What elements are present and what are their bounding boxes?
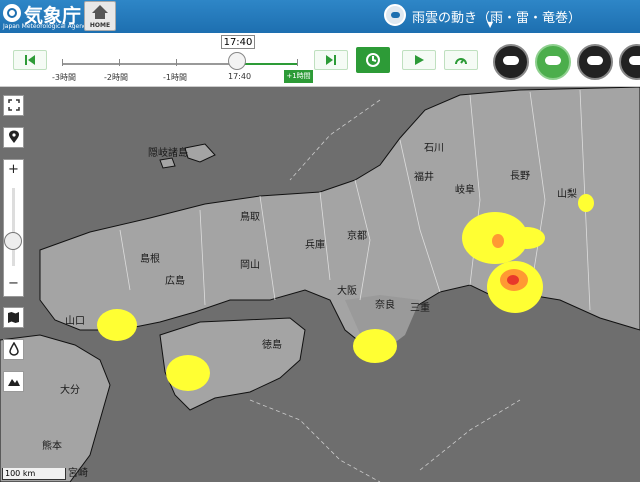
speed-button[interactable] <box>444 50 478 70</box>
map-place-label: 石川 <box>424 143 444 154</box>
timeline-tick <box>297 59 298 66</box>
timeline-tick <box>176 59 177 66</box>
raindrop-outline-icon <box>8 341 19 356</box>
zoom-slider-thumb[interactable] <box>4 232 22 250</box>
zoom-slider-track[interactable] <box>12 188 15 266</box>
map-place-label: 大分 <box>60 385 80 396</box>
brand-subtitle: Japan Meteorological Agency <box>3 23 90 30</box>
rain-cloud-mode-icon[interactable] <box>384 4 406 26</box>
skip-end-icon <box>326 55 336 65</box>
timeline-tick <box>62 59 63 66</box>
timeline-label: -1時間 <box>163 73 187 82</box>
timeline-label: -3時間 <box>52 73 76 82</box>
map-place-label: 鳥取 <box>240 212 260 223</box>
map-place-label: 大阪 <box>337 286 357 297</box>
skip-start-icon <box>25 55 35 65</box>
header-bar: 気象庁 Japan Meteorological Agency HOME 雨雲の… <box>0 0 640 33</box>
terrain-layer-button[interactable] <box>3 371 24 392</box>
future-hour-badge[interactable]: +1時間 <box>284 70 313 83</box>
map-terrain <box>0 87 640 482</box>
map-place-label: 奈良 <box>375 300 395 311</box>
rain-echo <box>578 194 594 212</box>
layer-tornado-button[interactable] <box>577 44 613 80</box>
map-icon <box>8 312 19 323</box>
home-icon <box>92 5 108 13</box>
rain-echo <box>353 329 397 363</box>
precipitation-layer-button[interactable] <box>3 339 24 360</box>
fullscreen-icon <box>7 99 20 111</box>
play-button[interactable] <box>402 50 436 70</box>
tornado-icon <box>587 56 603 65</box>
fullscreen-button[interactable] <box>3 95 24 116</box>
mode-selector[interactable]: 雨雲の動き（雨・雷・竜巻） <box>412 7 581 26</box>
layer-thunder-button[interactable] <box>535 44 571 80</box>
home-label: HOME <box>89 22 111 29</box>
map-place-label: 隠岐諸島 <box>148 148 188 159</box>
home-icon-body <box>95 13 105 19</box>
timeline-slider-thumb[interactable] <box>228 52 246 70</box>
chevron-down-icon[interactable]: ▼ <box>487 20 493 29</box>
current-time-display: 17:40 <box>221 35 255 49</box>
map-place-label: 福井 <box>414 172 434 183</box>
map-place-label: 熊本 <box>42 441 62 452</box>
raindrop-icon <box>629 56 640 65</box>
rain-echo-heavy <box>507 275 519 285</box>
zoom-out-button[interactable]: − <box>3 274 24 295</box>
play-icon <box>415 55 424 65</box>
latest-time-button[interactable] <box>356 47 390 73</box>
rain-echo-moderate <box>492 234 504 248</box>
map-place-label: 山口 <box>65 316 85 327</box>
layer-rain-button[interactable] <box>493 44 529 80</box>
map-canvas[interactable]: 隠岐諸島 石川福井岐阜 長野山梨鳥取京都兵庫島根岡山広島大阪奈良 三重山口徳島大分熊本… <box>0 87 640 482</box>
skip-to-end-button[interactable] <box>314 50 348 70</box>
map-place-label: 兵庫 <box>305 240 325 251</box>
map-scale-bar: 100 km <box>2 468 66 480</box>
timeline-forecast-track[interactable] <box>237 63 298 65</box>
zoom-in-button[interactable]: + <box>3 160 24 181</box>
speedometer-icon <box>455 58 467 65</box>
rain-cloud-icon <box>503 56 519 65</box>
timeline-label: -2時間 <box>104 73 128 82</box>
rain-echo <box>509 227 545 249</box>
map-place-label: 広島 <box>165 276 185 287</box>
mountain-icon <box>7 379 20 386</box>
map-place-label: 長野 <box>510 171 530 182</box>
home-button[interactable]: HOME <box>84 1 116 31</box>
map-place-label: 宮崎 <box>68 468 88 479</box>
jma-logo-icon[interactable] <box>3 4 21 22</box>
clock-icon <box>366 53 380 67</box>
map-place-label: 山梨 <box>557 189 577 200</box>
rain-echo <box>97 309 137 341</box>
thunder-icon <box>545 56 561 65</box>
timeline-label: 17:40 <box>228 72 252 81</box>
location-button[interactable] <box>3 127 24 148</box>
map-place-label: 岐阜 <box>455 185 475 196</box>
rain-echo <box>166 355 210 391</box>
map-place-label: 京都 <box>347 231 367 242</box>
map-place-label: 三重 <box>410 303 430 314</box>
skip-to-start-button[interactable] <box>13 50 47 70</box>
map-place-label: 徳島 <box>262 340 282 351</box>
map-place-label: 島根 <box>140 254 160 265</box>
map-place-label: 岡山 <box>240 260 260 271</box>
timeline-tick <box>119 59 120 66</box>
location-pin-icon <box>8 130 19 143</box>
map-style-button[interactable] <box>3 307 24 328</box>
